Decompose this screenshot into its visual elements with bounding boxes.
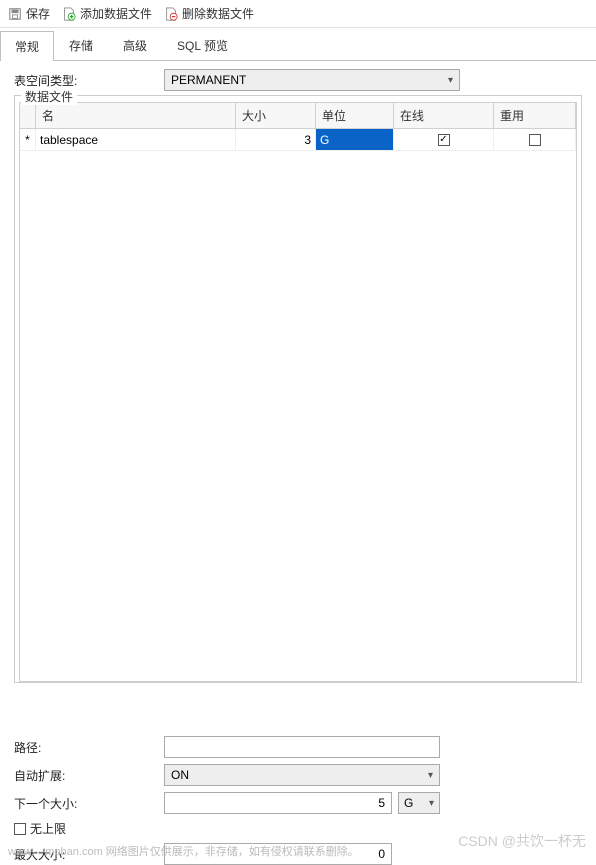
unlimited-label: 无上限 bbox=[30, 820, 66, 837]
tab-general[interactable]: 常规 bbox=[0, 31, 54, 61]
row-size[interactable]: 3 bbox=[236, 129, 316, 150]
tab-sql-preview[interactable]: SQL 预览 bbox=[162, 30, 243, 60]
max-size-row: 最大大小: bbox=[14, 843, 582, 865]
delete-file-icon bbox=[164, 7, 178, 21]
path-row: 路径: bbox=[14, 736, 582, 758]
save-button[interactable]: 保存 bbox=[8, 5, 50, 22]
row-unit-value: G bbox=[316, 129, 393, 150]
datafiles-fieldset: 数据文件 名 大小 单位 在线 重用 * tablespace 3 G ✓ bbox=[14, 95, 582, 683]
autoextend-value: ON bbox=[171, 768, 189, 782]
path-input[interactable] bbox=[164, 736, 440, 758]
bottom-form: 路径: 自动扩展: ON ▾ 下一个大小: G ▾ 无上限 最大大小: bbox=[0, 730, 596, 865]
add-file-label: 添加数据文件 bbox=[80, 5, 152, 22]
next-size-label: 下一个大小: bbox=[14, 795, 164, 812]
datafiles-legend: 数据文件 bbox=[21, 88, 77, 105]
save-icon bbox=[8, 7, 22, 21]
max-size-input[interactable] bbox=[164, 843, 392, 865]
checkbox-unchecked-icon bbox=[529, 134, 541, 146]
autoextend-label: 自动扩展: bbox=[14, 767, 164, 784]
tabstrip: 常规 存储 高级 SQL 预览 bbox=[0, 30, 596, 61]
toolbar: 保存 添加数据文件 删除数据文件 bbox=[0, 0, 596, 28]
tab-storage[interactable]: 存储 bbox=[54, 30, 108, 60]
col-reuse[interactable]: 重用 bbox=[494, 103, 576, 128]
add-datafile-button[interactable]: 添加数据文件 bbox=[62, 5, 152, 22]
datafiles-grid: 名 大小 单位 在线 重用 * tablespace 3 G ✓ bbox=[19, 102, 577, 682]
col-unit[interactable]: 单位 bbox=[316, 103, 394, 128]
chevron-down-icon: ▾ bbox=[429, 798, 434, 809]
row-reuse[interactable] bbox=[494, 129, 576, 150]
unlimited-checkbox[interactable]: 无上限 bbox=[14, 820, 164, 837]
chevron-down-icon: ▾ bbox=[428, 770, 433, 781]
grid-header: 名 大小 单位 在线 重用 bbox=[20, 103, 576, 129]
tablespace-type-select[interactable]: PERMANENT ▾ bbox=[164, 69, 460, 91]
col-size[interactable]: 大小 bbox=[236, 103, 316, 128]
row-online[interactable]: ✓ bbox=[394, 129, 494, 150]
col-online[interactable]: 在线 bbox=[394, 103, 494, 128]
save-label: 保存 bbox=[26, 5, 50, 22]
tablespace-type-value: PERMANENT bbox=[171, 73, 246, 87]
autoextend-select[interactable]: ON ▾ bbox=[164, 764, 440, 786]
col-name[interactable]: 名 bbox=[36, 103, 236, 128]
next-size-input[interactable] bbox=[164, 792, 392, 814]
autoextend-row: 自动扩展: ON ▾ bbox=[14, 764, 582, 786]
tab-advanced[interactable]: 高级 bbox=[108, 30, 162, 60]
chevron-down-icon: ▾ bbox=[448, 75, 453, 86]
next-size-unit-value: G bbox=[404, 796, 413, 810]
tablespace-type-label: 表空间类型: bbox=[14, 72, 164, 89]
checkbox-unchecked-icon bbox=[14, 823, 26, 835]
col-marker bbox=[20, 103, 36, 128]
max-size-label: 最大大小: bbox=[14, 846, 164, 863]
delete-datafile-button[interactable]: 删除数据文件 bbox=[164, 5, 254, 22]
path-label: 路径: bbox=[14, 739, 164, 756]
add-file-icon bbox=[62, 7, 76, 21]
delete-file-label: 删除数据文件 bbox=[182, 5, 254, 22]
unlimited-row: 无上限 bbox=[14, 820, 582, 837]
next-size-unit-select[interactable]: G ▾ bbox=[398, 792, 440, 814]
row-marker: * bbox=[20, 129, 36, 150]
checkbox-checked-icon: ✓ bbox=[438, 134, 450, 146]
table-row[interactable]: * tablespace 3 G ✓ bbox=[20, 129, 576, 151]
row-unit-cell[interactable]: G bbox=[316, 129, 394, 150]
row-name[interactable]: tablespace bbox=[36, 129, 236, 150]
next-size-row: 下一个大小: G ▾ bbox=[14, 792, 582, 814]
tablespace-type-row: 表空间类型: PERMANENT ▾ bbox=[0, 61, 596, 95]
